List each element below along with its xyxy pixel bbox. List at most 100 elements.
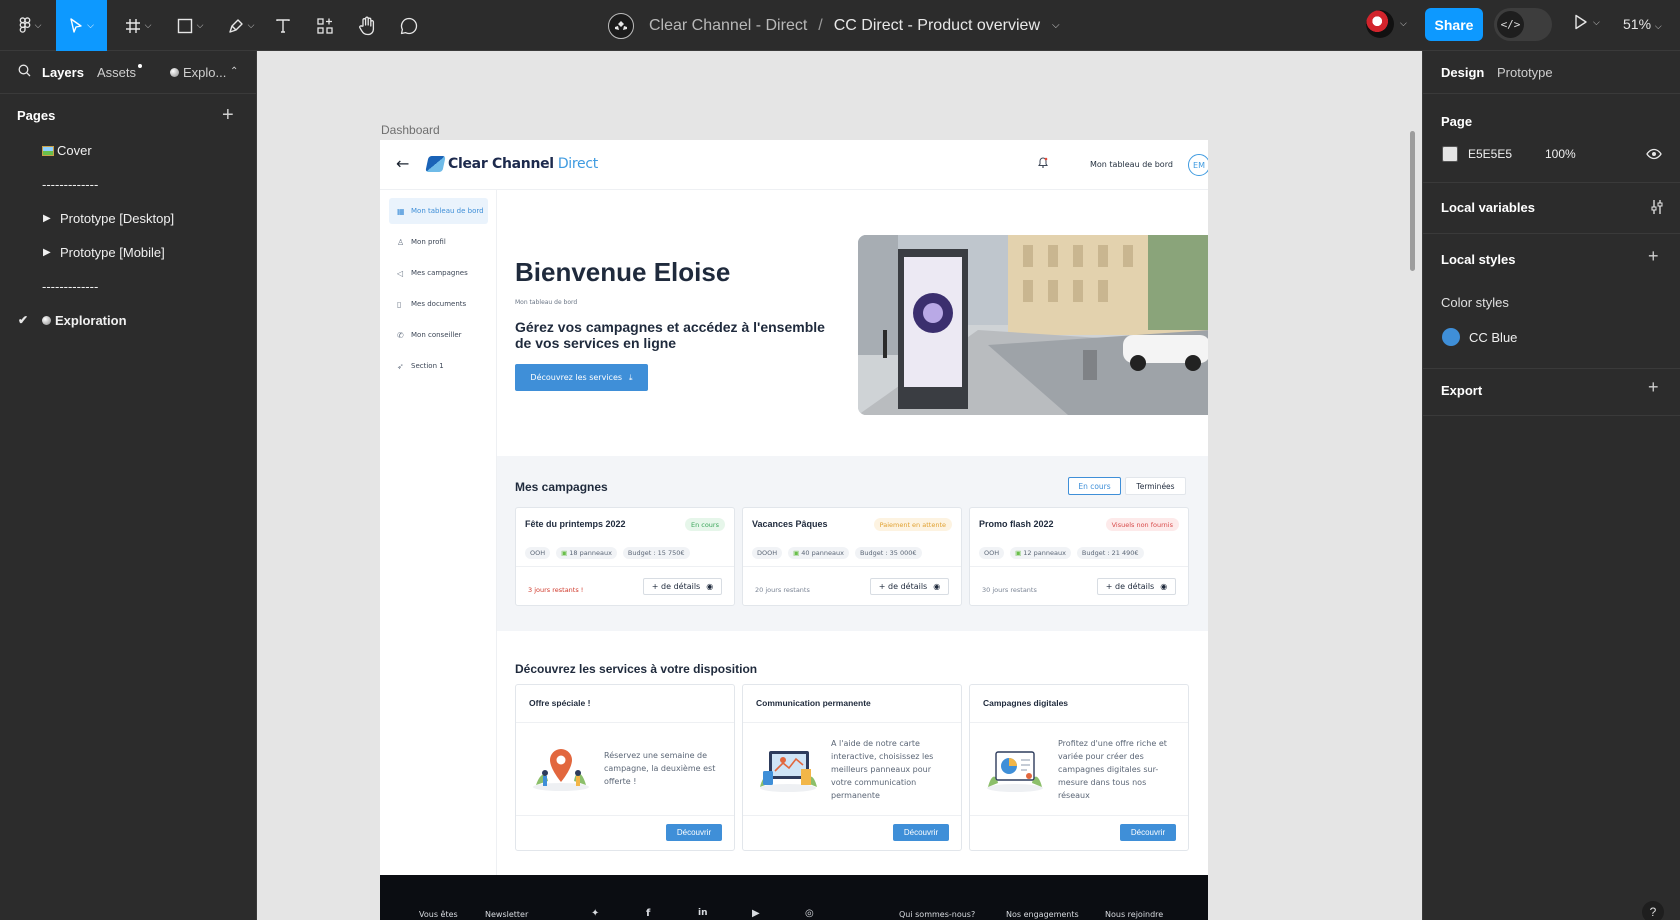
footer-link[interactable]: Qui sommes-nous?	[899, 910, 975, 919]
clear-channel-logo[interactable]: Clear Channel Direct	[425, 156, 598, 172]
service-card[interactable]: Communication permanente A l'aide de not…	[742, 684, 962, 851]
back-arrow-icon[interactable]: ←	[396, 154, 409, 173]
footer-link[interactable]: Vous êtes	[419, 910, 458, 919]
share-button[interactable]: Share	[1425, 8, 1483, 41]
comment-tool-button[interactable]	[398, 0, 420, 51]
chevron-down-icon[interactable]: ⌵	[1052, 20, 1060, 31]
move-tool-button[interactable]: ⌵	[56, 0, 107, 51]
hand-tool-button[interactable]	[356, 0, 378, 51]
nav-item-campaigns[interactable]: ◁ Mes campagnes	[389, 260, 488, 286]
nav-item-profile[interactable]: ♙ Mon profil	[389, 229, 488, 255]
dashboard-frame[interactable]: ← Clear Channel Direct Mon tableau de bo…	[380, 140, 1208, 920]
page-item-divider[interactable]: -------------	[0, 167, 256, 201]
page-item-divider[interactable]: -------------	[0, 269, 256, 303]
days-remaining: 3 jours restants !	[528, 586, 584, 594]
instagram-icon[interactable]: ◎	[805, 908, 814, 919]
page-color-hex[interactable]: E5E5E5	[1468, 147, 1512, 161]
bell-icon[interactable]	[1038, 157, 1048, 171]
details-button[interactable]: + de détails ◉	[1097, 578, 1176, 595]
nav-item-documents[interactable]: ▯ Mes documents	[389, 291, 488, 317]
page-color-swatch[interactable]	[1442, 146, 1458, 162]
document-icon: ▯	[397, 299, 402, 309]
user-initials-avatar[interactable]: EM	[1188, 154, 1208, 176]
frame-tool-button[interactable]: ⌵	[118, 0, 158, 51]
variables-settings-icon[interactable]	[1650, 199, 1664, 220]
discover-services-button[interactable]: Découvrez les services ⤓	[515, 364, 648, 391]
page-label: Exploration	[42, 313, 127, 328]
tab-assets[interactable]: Assets	[97, 64, 143, 80]
details-button[interactable]: + de détails ◉	[870, 578, 949, 595]
search-icon[interactable]	[18, 64, 31, 80]
campaign-card[interactable]: Fête du printemps 2022 En cours OOH ▣ 18 …	[515, 507, 735, 606]
project-name[interactable]: Clear Channel - Direct	[649, 17, 807, 35]
logo-accent: Direct	[557, 156, 598, 172]
nav-item-advisor[interactable]: ✆ Mon conseiller	[389, 322, 488, 348]
discover-button[interactable]: Découvrir	[666, 824, 722, 841]
eye-icon[interactable]	[1646, 147, 1662, 165]
file-name[interactable]: CC Direct - Product overview	[834, 17, 1040, 35]
color-style-swatch[interactable]	[1442, 328, 1460, 346]
file-breadcrumb[interactable]: Clear Channel - Direct / CC Direct - Pro…	[649, 0, 1060, 51]
dev-mode-toggle[interactable]: </>	[1494, 8, 1552, 41]
details-button[interactable]: + de détails ◉	[643, 578, 722, 595]
help-icon[interactable]: ?	[1642, 901, 1664, 920]
service-card[interactable]: Campagnes digitales Profitez d'une offre…	[969, 684, 1189, 851]
add-export-icon[interactable]: +	[1648, 377, 1659, 398]
frame-label[interactable]: Dashboard	[381, 123, 440, 137]
page-item-prototype-desktop[interactable]: ▶ Prototype [Desktop]	[0, 201, 256, 235]
linkedin-icon[interactable]: in	[698, 908, 708, 918]
tab-current-page[interactable]: Explo...	[170, 65, 226, 80]
filter-finished-button[interactable]: Terminées	[1125, 477, 1186, 495]
discover-button[interactable]: Découvrir	[1120, 824, 1176, 841]
footer-link[interactable]: Nos engagements	[1006, 910, 1079, 919]
nav-item-dashboard[interactable]: ▦ Mon tableau de bord	[389, 198, 488, 224]
chevron-up-icon[interactable]: ⌃	[230, 66, 238, 77]
zoom-level[interactable]: 51% ⌵	[1623, 16, 1662, 32]
chevron-down-icon[interactable]: ⌵	[1400, 18, 1407, 29]
text-tool-button[interactable]	[272, 0, 294, 51]
tab-prototype[interactable]: Prototype	[1497, 65, 1553, 80]
nav-item-section-1[interactable]: ➶ Section 1	[389, 353, 488, 379]
page-name: Cover	[57, 142, 92, 158]
tag-text: 40 panneaux	[801, 549, 844, 557]
shape-tool-button[interactable]: ⌵	[170, 0, 210, 51]
tab-design[interactable]: Design	[1441, 65, 1484, 80]
page-opacity[interactable]: 100%	[1545, 147, 1576, 161]
service-title: Offre spéciale !	[529, 698, 591, 708]
project-icon[interactable]	[608, 13, 634, 39]
text-icon	[276, 18, 290, 33]
canvas[interactable]: Dashboard ← Clear Channel Direct Mon tab…	[257, 51, 1422, 920]
canvas-scrollbar[interactable]	[1410, 131, 1415, 271]
page-item-exploration[interactable]: ✔ Exploration	[0, 303, 256, 337]
tab-layers[interactable]: Layers	[42, 65, 84, 80]
triangle-right-icon[interactable]: ▶	[43, 213, 51, 224]
footer-link[interactable]: Nous rejoindre	[1105, 910, 1163, 919]
triangle-right-icon[interactable]: ▶	[43, 247, 51, 258]
page-item-prototype-mobile[interactable]: ▶ Prototype [Mobile]	[0, 235, 256, 269]
page-item-cover[interactable]: Cover	[0, 133, 256, 167]
local-variables-label[interactable]: Local variables	[1441, 200, 1535, 215]
campaign-card[interactable]: Promo flash 2022 Visuels non fournis OOH…	[969, 507, 1189, 606]
local-styles-label: Local styles	[1441, 252, 1516, 267]
divider	[1423, 233, 1680, 234]
pen-tool-button[interactable]: ⌵	[221, 0, 261, 51]
main-menu-button[interactable]: ⌵	[10, 0, 50, 51]
campaign-card[interactable]: Vacances Pâques Paiement en attente DOOH…	[742, 507, 962, 606]
user-avatar[interactable]	[1366, 10, 1394, 38]
youtube-icon[interactable]: ▶	[752, 908, 760, 919]
footer-link[interactable]: Newsletter	[485, 910, 528, 919]
add-page-icon[interactable]: +	[222, 104, 234, 127]
filter-ongoing-button[interactable]: En cours	[1068, 477, 1121, 495]
present-button[interactable]: ⌵	[1574, 14, 1600, 30]
dashboard-link[interactable]: Mon tableau de bord	[1090, 160, 1173, 169]
checkmark-icon: ✔	[18, 313, 29, 327]
components-tool-button[interactable]	[314, 0, 336, 51]
divider	[516, 815, 734, 816]
twitter-icon[interactable]: ✦	[591, 908, 599, 919]
divider	[516, 566, 734, 567]
add-style-icon[interactable]: +	[1648, 246, 1659, 267]
service-card[interactable]: Offre spéciale ! Réservez une semaine de…	[515, 684, 735, 851]
color-style-name[interactable]: CC Blue	[1469, 330, 1517, 345]
facebook-icon[interactable]: f	[646, 908, 650, 919]
discover-button[interactable]: Découvrir	[893, 824, 949, 841]
